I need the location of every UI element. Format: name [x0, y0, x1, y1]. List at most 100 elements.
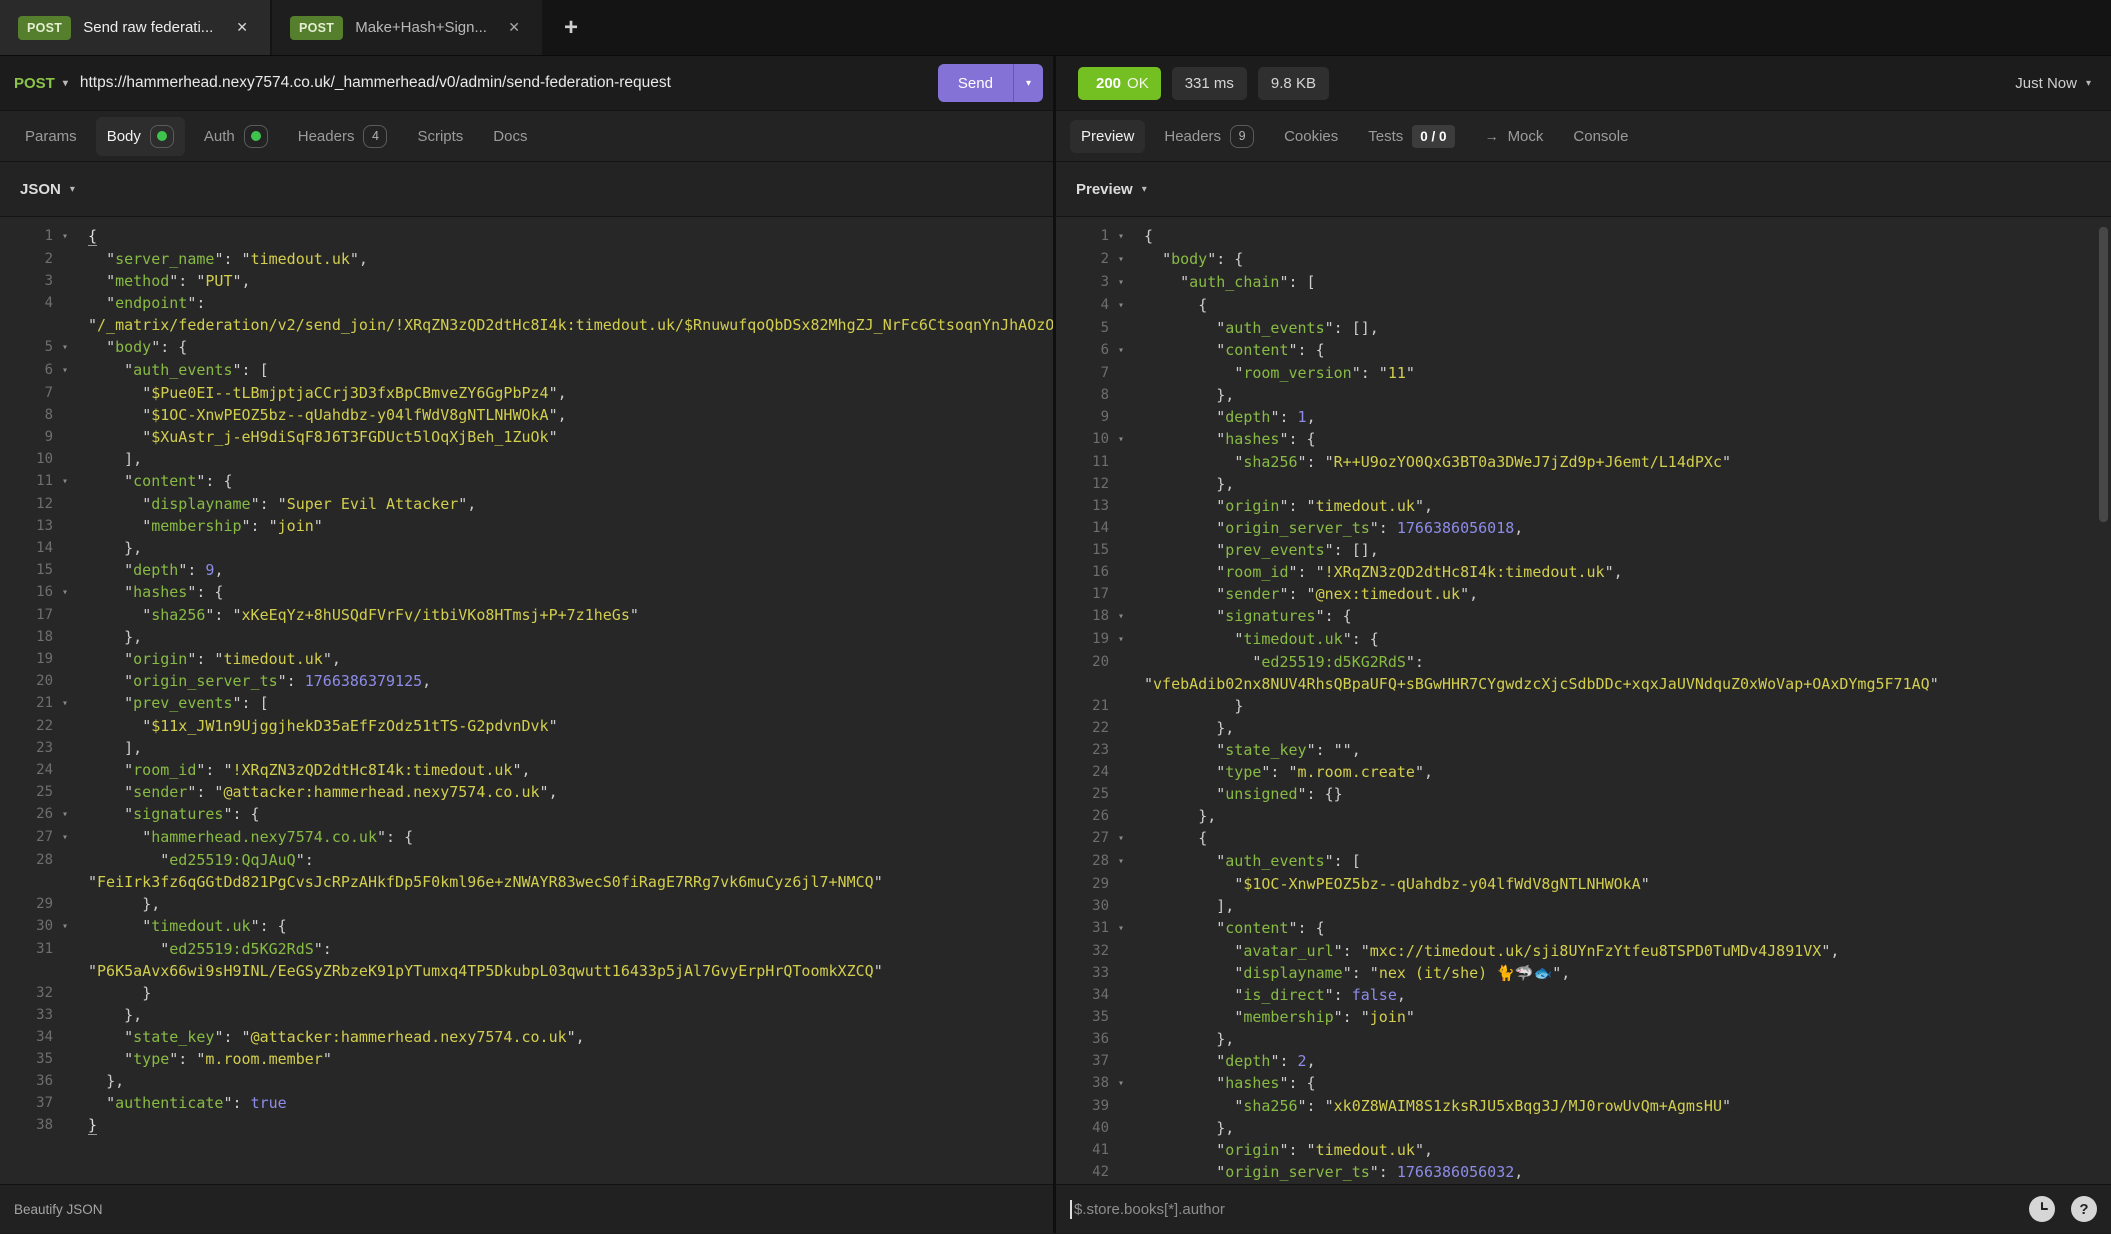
response-view-select[interactable]: Preview ▾ — [1056, 162, 2111, 217]
tab-mock[interactable]: → Mock — [1474, 120, 1555, 153]
fold-arrow-icon[interactable]: ▾ — [1118, 605, 1138, 628]
fold-arrow-icon[interactable]: ▾ — [1118, 827, 1138, 850]
code-line[interactable]: 16▾ "hashes": { — [0, 581, 1053, 604]
code-line[interactable]: 18▾ "signatures": { — [1056, 605, 2111, 628]
fold-arrow-icon[interactable]: ▾ — [1118, 339, 1138, 362]
response-body-viewer[interactable]: 1▾{2▾ "body": {3▾ "auth_chain": [4▾ {5 "… — [1056, 217, 2111, 1184]
code-line[interactable]: 18 }, — [0, 626, 1053, 648]
code-line[interactable]: 24 "type": "m.room.create", — [1056, 761, 2111, 783]
code-line[interactable]: 40 }, — [1056, 1117, 2111, 1139]
code-line[interactable]: 19▾ "timedout.uk": { — [1056, 628, 2111, 651]
code-line[interactable]: 2 "server_name": "timedout.uk", — [0, 248, 1053, 270]
response-history-select[interactable]: Just Now ▾ — [2015, 75, 2091, 92]
code-line[interactable]: 27▾ { — [1056, 827, 2111, 850]
filter-help-button[interactable]: ? — [2071, 1196, 2097, 1222]
code-line[interactable]: 15 "depth": 9, — [0, 559, 1053, 581]
code-line[interactable]: 14 }, — [0, 537, 1053, 559]
code-line[interactable]: 26▾ "signatures": { — [0, 803, 1053, 826]
tab-tests[interactable]: Tests 0 / 0 — [1357, 117, 1465, 156]
tab-docs[interactable]: Docs — [482, 120, 538, 153]
tab-params[interactable]: Params — [14, 120, 88, 153]
tab-auth[interactable]: Auth — [193, 117, 279, 156]
code-line[interactable]: 3 "method": "PUT", — [0, 270, 1053, 292]
code-line[interactable]: 24 "room_id": "!XRqZN3zQD2dtHc8I4k:timed… — [0, 759, 1053, 781]
tab-scripts[interactable]: Scripts — [406, 120, 474, 153]
code-line[interactable]: 5 "auth_events": [], — [1056, 317, 2111, 339]
code-line[interactable]: 1▾{ — [0, 225, 1053, 248]
method-select[interactable]: POST ▾ — [14, 75, 68, 92]
code-line[interactable]: 36 }, — [0, 1070, 1053, 1092]
code-line[interactable]: 26 }, — [1056, 805, 2111, 827]
fold-arrow-icon[interactable]: ▾ — [62, 826, 82, 849]
url-input[interactable]: https://hammerhead.nexy7574.co.uk/_hamme… — [80, 74, 928, 92]
code-line[interactable]: 29 "$1OC-XnwPEOZ5bz--qUahdbz-y04lfWdV8gN… — [1056, 873, 2111, 895]
code-line[interactable]: 30▾ "timedout.uk": { — [0, 915, 1053, 938]
code-line[interactable]: 3▾ "auth_chain": [ — [1056, 271, 2111, 294]
code-line[interactable]: 38} — [0, 1114, 1053, 1136]
code-line[interactable]: 33 "displayname": "nex (it/she) 🐈🦈🐟", — [1056, 962, 2111, 984]
tab-cookies[interactable]: Cookies — [1273, 120, 1349, 153]
fold-arrow-icon[interactable]: ▾ — [62, 581, 82, 604]
fold-arrow-icon[interactable]: ▾ — [1118, 248, 1138, 271]
tab-response-headers[interactable]: Headers 9 — [1153, 117, 1265, 156]
beautify-json-button[interactable]: Beautify JSON — [14, 1202, 103, 1217]
code-line[interactable]: 10 ], — [0, 448, 1053, 470]
code-line[interactable]: 32 } — [0, 982, 1053, 1004]
code-line[interactable]: 20 "ed25519:d5KG2RdS": "vfebAdib02nx8NUV… — [1056, 651, 2111, 695]
fold-arrow-icon[interactable]: ▾ — [1118, 271, 1138, 294]
close-icon[interactable]: ✕ — [504, 17, 524, 38]
code-line[interactable]: 22 }, — [1056, 717, 2111, 739]
code-line[interactable]: 25 "sender": "@attacker:hammerhead.nexy7… — [0, 781, 1053, 803]
fold-arrow-icon[interactable]: ▾ — [62, 692, 82, 715]
request-tab-make-hash-sign[interactable]: POST Make+Hash+Sign... ✕ — [272, 0, 542, 55]
code-line[interactable]: 17 "sha256": "xKeEqYz+8hUSQdFVrFv/itbiVK… — [0, 604, 1053, 626]
response-filter-input[interactable]: $.store.books[*].author — [1074, 1201, 2013, 1218]
code-line[interactable]: 21 } — [1056, 695, 2111, 717]
code-line[interactable]: 1▾{ — [1056, 225, 2111, 248]
code-line[interactable]: 28▾ "auth_events": [ — [1056, 850, 2111, 873]
code-line[interactable]: 13 "membership": "join" — [0, 515, 1053, 537]
fold-arrow-icon[interactable]: ▾ — [62, 470, 82, 493]
code-line[interactable]: 29 }, — [0, 893, 1053, 915]
code-line[interactable]: 16 "room_id": "!XRqZN3zQD2dtHc8I4k:timed… — [1056, 561, 2111, 583]
code-line[interactable]: 7 "$Pue0EI--tLBmjptjaCCrj3D3fxBpCBmveZY6… — [0, 382, 1053, 404]
send-options-button[interactable]: ▾ — [1014, 64, 1043, 102]
code-line[interactable]: 34 "is_direct": false, — [1056, 984, 2111, 1006]
code-line[interactable]: 13 "origin": "timedout.uk", — [1056, 495, 2111, 517]
code-line[interactable]: 4▾ { — [1056, 294, 2111, 317]
code-line[interactable]: 22 "$11x_JW1n9UjggjhekD35aEfFzOdz51tTS-G… — [0, 715, 1053, 737]
code-line[interactable]: 32 "avatar_url": "mxc://timedout.uk/sji8… — [1056, 940, 2111, 962]
body-format-select[interactable]: JSON ▾ — [0, 162, 1053, 217]
code-line[interactable]: 35 "membership": "join" — [1056, 1006, 2111, 1028]
code-line[interactable]: 11▾ "content": { — [0, 470, 1053, 493]
code-line[interactable]: 37 "authenticate": true — [0, 1092, 1053, 1114]
code-line[interactable]: 36 }, — [1056, 1028, 2111, 1050]
code-line[interactable]: 8 }, — [1056, 384, 2111, 406]
fold-arrow-icon[interactable]: ▾ — [1118, 294, 1138, 317]
code-line[interactable]: 17 "sender": "@nex:timedout.uk", — [1056, 583, 2111, 605]
code-line[interactable]: 33 }, — [0, 1004, 1053, 1026]
code-line[interactable]: 2▾ "body": { — [1056, 248, 2111, 271]
code-line[interactable]: 35 "type": "m.room.member" — [0, 1048, 1053, 1070]
code-line[interactable]: 8 "$1OC-XnwPEOZ5bz--qUahdbz-y04lfWdV8gNT… — [0, 404, 1053, 426]
tab-headers[interactable]: Headers 4 — [287, 117, 399, 156]
code-line[interactable]: 31▾ "content": { — [1056, 917, 2111, 940]
code-line[interactable]: 20 "origin_server_ts": 1766386379125, — [0, 670, 1053, 692]
fold-arrow-icon[interactable]: ▾ — [1118, 428, 1138, 451]
fold-arrow-icon[interactable]: ▾ — [62, 915, 82, 938]
code-line[interactable]: 14 "origin_server_ts": 1766386056018, — [1056, 517, 2111, 539]
fold-arrow-icon[interactable]: ▾ — [1118, 1072, 1138, 1095]
fold-arrow-icon[interactable]: ▾ — [62, 225, 82, 248]
code-line[interactable]: 28 "ed25519:QqJAuQ": "FeiIrk3fz6qGGtDd82… — [0, 849, 1053, 893]
code-line[interactable]: 39 "sha256": "xk0Z8WAIM8S1zksRJU5xBqg3J/… — [1056, 1095, 2111, 1117]
code-line[interactable]: 37 "depth": 2, — [1056, 1050, 2111, 1072]
code-line[interactable]: 27▾ "hammerhead.nexy7574.co.uk": { — [0, 826, 1053, 849]
code-line[interactable]: 12 }, — [1056, 473, 2111, 495]
code-line[interactable]: 7 "room_version": "11" — [1056, 362, 2111, 384]
request-body-editor[interactable]: 1▾{2 "server_name": "timedout.uk",3 "met… — [0, 217, 1053, 1184]
code-line[interactable]: 19 "origin": "timedout.uk", — [0, 648, 1053, 670]
code-line[interactable]: 9 "depth": 1, — [1056, 406, 2111, 428]
code-line[interactable]: 12 "displayname": "Super Evil Attacker", — [0, 493, 1053, 515]
new-tab-button[interactable]: + — [544, 0, 598, 55]
send-button[interactable]: Send ▾ — [938, 64, 1043, 102]
